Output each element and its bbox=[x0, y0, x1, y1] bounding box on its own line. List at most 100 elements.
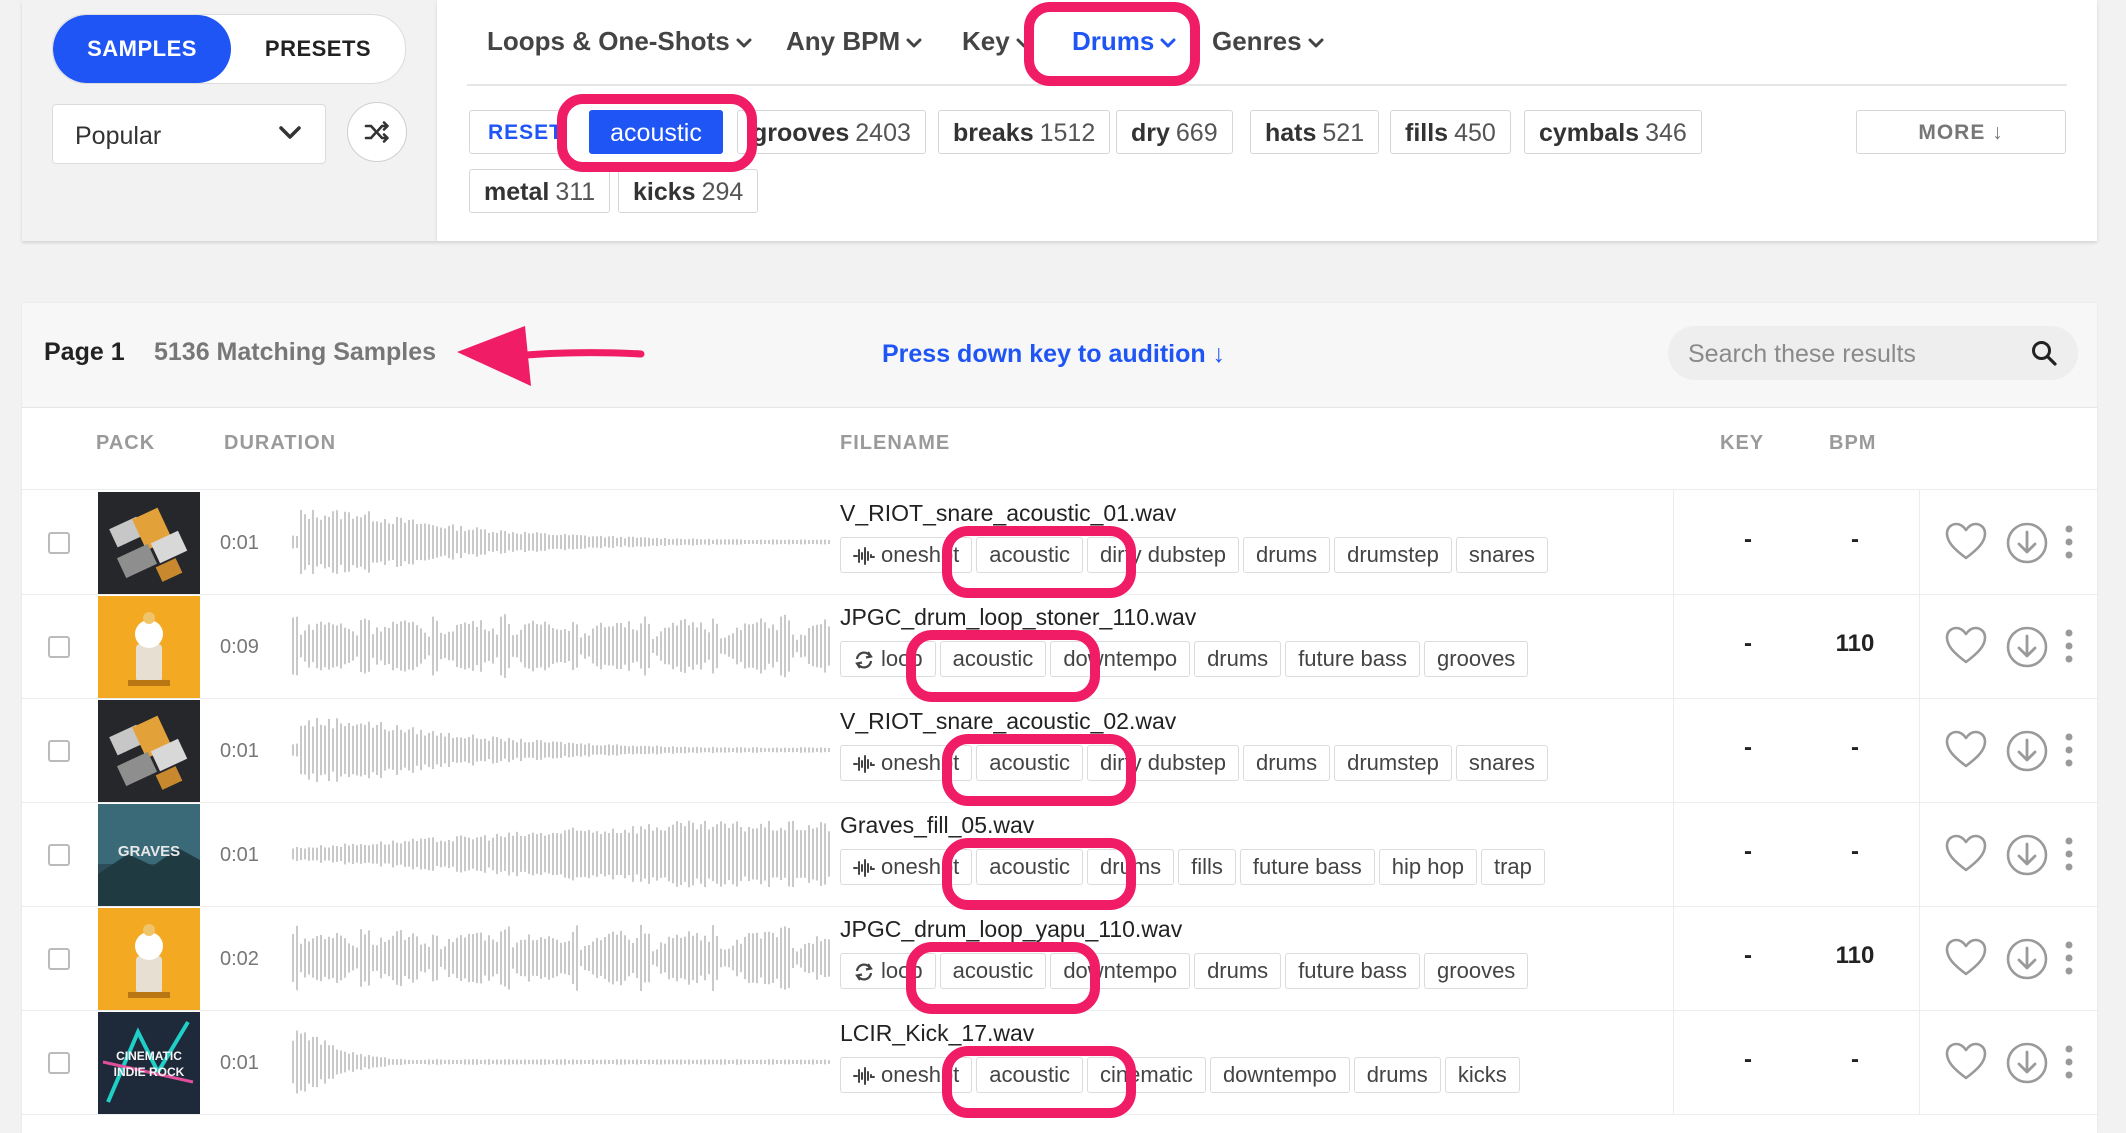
search-input[interactable]: Search these results bbox=[1668, 326, 2078, 380]
sample-tag[interactable]: fills bbox=[1178, 849, 1236, 885]
sample-tag[interactable]: drumstep bbox=[1334, 745, 1452, 781]
sort-select[interactable]: Popular bbox=[52, 104, 326, 164]
filter-tag[interactable]: kicks 294 bbox=[618, 169, 759, 213]
bpm-value: 110 bbox=[1835, 630, 1875, 657]
sample-tag[interactable]: drums bbox=[1194, 641, 1282, 677]
svg-text:GRAVES: GRAVES bbox=[118, 843, 180, 860]
bpm-value: - bbox=[1851, 1046, 1859, 1073]
pack-cover[interactable]: GRAVES bbox=[98, 804, 200, 906]
sample-tag[interactable]: drums bbox=[1194, 953, 1282, 989]
chevron-down-icon bbox=[279, 126, 301, 145]
sample-tag[interactable]: drumstep bbox=[1334, 537, 1452, 573]
tag-name: breaks bbox=[953, 119, 1034, 147]
filter-tag[interactable]: fills 450 bbox=[1390, 110, 1511, 154]
sample-tag[interactable]: future bass bbox=[1285, 641, 1421, 677]
tag-name: metal bbox=[484, 178, 550, 206]
nav-key[interactable]: Key bbox=[962, 26, 1032, 60]
sample-tag[interactable]: drums bbox=[1242, 537, 1331, 573]
sample-tag[interactable]: drums bbox=[1242, 745, 1331, 781]
download-icon[interactable] bbox=[2005, 1041, 2049, 1090]
filename-text[interactable]: JPGC_drum_loop_stoner_110.wav bbox=[840, 604, 1196, 631]
filter-tag[interactable]: cymbals 346 bbox=[1524, 110, 1702, 154]
shuffle-button[interactable] bbox=[347, 102, 407, 162]
filename-text[interactable]: Graves_fill_05.wav bbox=[840, 812, 1034, 839]
waveform[interactable] bbox=[290, 816, 832, 892]
waveform[interactable] bbox=[290, 1024, 832, 1100]
download-icon[interactable] bbox=[2005, 833, 2049, 882]
filter-tag[interactable]: grooves 2403 bbox=[737, 110, 926, 154]
filename-text[interactable]: JPGC_drum_loop_yapu_110.wav bbox=[840, 916, 1182, 943]
filter-tag[interactable]: hats 521 bbox=[1250, 110, 1380, 154]
divider bbox=[1673, 906, 1674, 1010]
more-options-icon[interactable] bbox=[2064, 836, 2074, 877]
download-icon[interactable] bbox=[2005, 729, 2049, 778]
download-icon[interactable] bbox=[2005, 625, 2049, 674]
sample-tag[interactable]: future bass bbox=[1285, 953, 1421, 989]
more-options-icon[interactable] bbox=[2064, 628, 2074, 669]
filter-tag[interactable]: breaks 1512 bbox=[938, 110, 1111, 154]
filename-text[interactable]: LCIR_Kick_17.wav bbox=[840, 1020, 1034, 1047]
duration-text: 0:09 bbox=[220, 636, 259, 658]
favorite-heart-icon[interactable] bbox=[1944, 833, 1988, 878]
pack-cover[interactable]: CINEMATIC INDIE ROCK bbox=[98, 1012, 200, 1114]
pack-cover[interactable] bbox=[98, 492, 200, 594]
nav-label: Key bbox=[962, 26, 1010, 56]
download-icon[interactable] bbox=[2005, 937, 2049, 986]
more-button[interactable]: MORE ↓ bbox=[1856, 110, 2066, 154]
pack-cover[interactable] bbox=[98, 700, 200, 802]
waveform[interactable] bbox=[290, 504, 832, 580]
pack-cover[interactable] bbox=[98, 908, 200, 1010]
annotation-highlight bbox=[906, 942, 1100, 1014]
more-options-icon[interactable] bbox=[2064, 940, 2074, 981]
annotation-highlight bbox=[942, 734, 1136, 806]
download-icon[interactable] bbox=[2005, 521, 2049, 570]
duration-text: 0:01 bbox=[220, 844, 259, 866]
more-options-icon[interactable] bbox=[2064, 1044, 2074, 1085]
pack-cover[interactable] bbox=[98, 596, 200, 698]
reset-button[interactable]: RESET bbox=[469, 110, 562, 154]
annotation-highlight bbox=[557, 94, 757, 172]
column-header-bpm: BPM bbox=[1829, 432, 1877, 454]
sample-tag[interactable]: drums bbox=[1353, 1057, 1441, 1093]
more-options-icon[interactable] bbox=[2064, 732, 2074, 773]
sample-tag[interactable]: trap bbox=[1480, 849, 1545, 885]
select-checkbox[interactable] bbox=[48, 844, 70, 866]
sample-tag[interactable]: downtempo bbox=[1209, 1057, 1350, 1093]
divider bbox=[1919, 594, 1920, 698]
filename-text[interactable]: V_RIOT_snare_acoustic_01.wav bbox=[840, 500, 1176, 527]
favorite-heart-icon[interactable] bbox=[1944, 521, 1988, 566]
waveform[interactable] bbox=[290, 608, 832, 684]
samples-tab[interactable]: SAMPLES bbox=[53, 15, 231, 83]
select-checkbox[interactable] bbox=[48, 532, 70, 554]
waveform[interactable] bbox=[290, 712, 832, 788]
sample-tag[interactable]: snares bbox=[1455, 745, 1548, 781]
select-checkbox[interactable] bbox=[48, 1052, 70, 1074]
favorite-heart-icon[interactable] bbox=[1944, 1041, 1988, 1086]
filter-tag[interactable]: metal 311 bbox=[469, 169, 611, 213]
key-value: - bbox=[1744, 942, 1752, 969]
sample-tag[interactable]: future bass bbox=[1239, 849, 1375, 885]
waveform[interactable] bbox=[290, 920, 832, 996]
sample-tag[interactable]: grooves bbox=[1424, 953, 1529, 989]
sample-tag[interactable]: hip hop bbox=[1378, 849, 1477, 885]
column-header-key: KEY bbox=[1720, 432, 1765, 454]
nav-any-bpm[interactable]: Any BPM bbox=[786, 26, 922, 60]
filename-text[interactable]: V_RIOT_snare_acoustic_02.wav bbox=[840, 708, 1176, 735]
nav-loops-oneshots[interactable]: Loops & One-Shots bbox=[487, 26, 752, 60]
select-checkbox[interactable] bbox=[48, 636, 70, 658]
sample-tag[interactable]: snares bbox=[1455, 537, 1548, 573]
sample-tag[interactable]: kicks bbox=[1444, 1057, 1520, 1093]
favorite-heart-icon[interactable] bbox=[1944, 625, 1988, 670]
select-checkbox[interactable] bbox=[48, 740, 70, 762]
nav-genres[interactable]: Genres bbox=[1212, 26, 1324, 60]
select-checkbox[interactable] bbox=[48, 948, 70, 970]
presets-tab[interactable]: PRESETS bbox=[231, 15, 405, 83]
key-value: - bbox=[1744, 1046, 1752, 1073]
filter-tag[interactable]: dry 669 bbox=[1116, 110, 1233, 154]
sample-tag[interactable]: grooves bbox=[1424, 641, 1529, 677]
search-icon[interactable] bbox=[2030, 339, 2058, 372]
divider bbox=[1919, 490, 1920, 594]
more-options-icon[interactable] bbox=[2064, 524, 2074, 565]
favorite-heart-icon[interactable] bbox=[1944, 937, 1988, 982]
favorite-heart-icon[interactable] bbox=[1944, 729, 1988, 774]
